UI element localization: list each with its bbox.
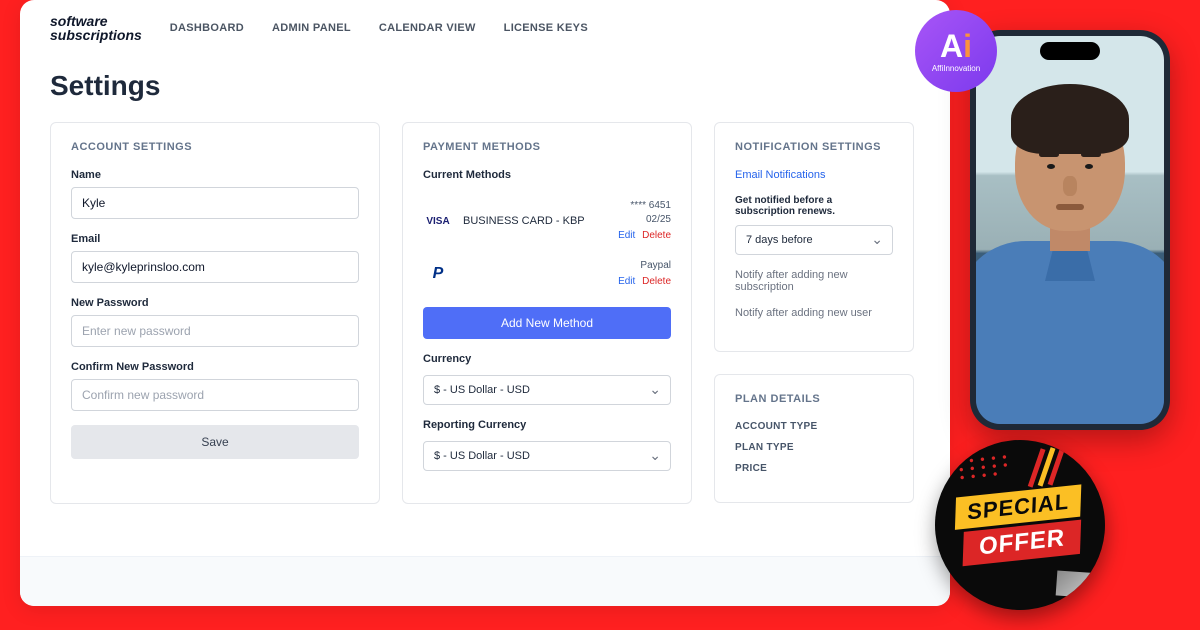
plan-title: PLAN DETAILS	[735, 393, 893, 405]
notif-title: NOTIFICATION SETTINGS	[735, 141, 893, 153]
offer-dots-icon: ● ● ● ● ●● ● ● ● ●● ● ● ●	[958, 453, 1011, 482]
paypal-label: Paypal	[618, 259, 671, 273]
logo: software subscriptions	[50, 14, 142, 42]
logo-line2: subscriptions	[50, 28, 142, 42]
edit-link[interactable]: Edit	[618, 230, 635, 241]
notify-after-sub: Notify after adding new subscription	[735, 269, 893, 293]
delete-link[interactable]: Delete	[642, 230, 671, 241]
payment-methods-card: PAYMENT METHODS Current Methods VISA BUS…	[402, 122, 692, 504]
name-label: Name	[71, 169, 359, 181]
ai-badge-text: Ai	[940, 30, 972, 62]
reporting-currency-select[interactable]: $ - US Dollar - USD	[423, 441, 671, 471]
payment-method-details: Paypal Edit Delete	[618, 259, 671, 289]
newpw-label: New Password	[71, 297, 359, 309]
email-notifications-link[interactable]: Email Notifications	[735, 169, 893, 181]
email-label: Email	[71, 233, 359, 245]
edit-link[interactable]: Edit	[618, 276, 635, 287]
name-input[interactable]	[71, 187, 359, 219]
add-new-method-button[interactable]: Add New Method	[423, 307, 671, 339]
delete-link[interactable]: Delete	[642, 276, 671, 287]
currency-select[interactable]: $ - US Dollar - USD	[423, 375, 671, 405]
ai-badge-sub: AffiInnovation	[932, 64, 980, 73]
nav-license-keys[interactable]: LICENSE KEYS	[504, 22, 588, 34]
plan-price: PRICE	[735, 463, 893, 474]
account-settings-card: ACCOUNT SETTINGS Name Email New Password…	[50, 122, 380, 504]
plan-account-type: ACCOUNT TYPE	[735, 421, 893, 432]
new-password-input[interactable]	[71, 315, 359, 347]
phone-screen	[976, 36, 1164, 424]
payment-method-details: **** 6451 02/25 Edit Delete	[618, 199, 671, 243]
card-last4: **** 6451	[618, 199, 671, 213]
nav-calendar-view[interactable]: CALENDAR VIEW	[379, 22, 476, 34]
payment-method-row: P Paypal Edit Delete	[423, 251, 671, 297]
renew-label: Get notified before a subscription renew…	[735, 195, 893, 217]
footer-bar	[20, 556, 950, 606]
confirmpw-label: Confirm New Password	[71, 361, 359, 373]
plan-details-card: PLAN DETAILS ACCOUNT TYPE PLAN TYPE PRIC…	[714, 374, 914, 503]
main-content: ACCOUNT SETTINGS Name Email New Password…	[20, 122, 950, 524]
phone-notch	[1040, 42, 1100, 60]
offer-stripes-icon	[1032, 444, 1076, 488]
ai-badge: Ai AffiInnovation	[915, 10, 997, 92]
sticker-curl-icon	[1056, 570, 1093, 597]
notification-settings-card: NOTIFICATION SETTINGS Email Notification…	[714, 122, 914, 352]
special-offer-badge: ● ● ● ● ●● ● ● ● ●● ● ● ● SPECIAL OFFER	[927, 432, 1114, 619]
email-input[interactable]	[71, 251, 359, 283]
page-title: Settings	[20, 56, 950, 122]
renew-select[interactable]: 7 days before	[735, 225, 893, 255]
account-title: ACCOUNT SETTINGS	[71, 141, 359, 153]
nav-dashboard[interactable]: DASHBOARD	[170, 22, 244, 34]
top-nav: software subscriptions DASHBOARD ADMIN P…	[20, 0, 950, 56]
paypal-icon: P	[423, 264, 453, 284]
app-window: software subscriptions DASHBOARD ADMIN P…	[20, 0, 950, 606]
confirm-password-input[interactable]	[71, 379, 359, 411]
payment-method-row: VISA BUSINESS CARD - KBP **** 6451 02/25…	[423, 191, 671, 251]
current-methods-label: Current Methods	[423, 169, 671, 181]
plan-type: PLAN TYPE	[735, 442, 893, 453]
payment-method-name: BUSINESS CARD - KBP	[463, 214, 608, 228]
phone-mockup	[970, 30, 1170, 430]
nav-admin-panel[interactable]: ADMIN PANEL	[272, 22, 351, 34]
currency-label: Currency	[423, 353, 671, 365]
visa-icon: VISA	[423, 211, 453, 231]
notify-after-user: Notify after adding new user	[735, 307, 893, 319]
reporting-currency-label: Reporting Currency	[423, 419, 671, 431]
payment-title: PAYMENT METHODS	[423, 141, 671, 153]
save-button[interactable]: Save	[71, 425, 359, 459]
person-photo	[976, 66, 1164, 406]
card-expiry: 02/25	[618, 213, 671, 227]
